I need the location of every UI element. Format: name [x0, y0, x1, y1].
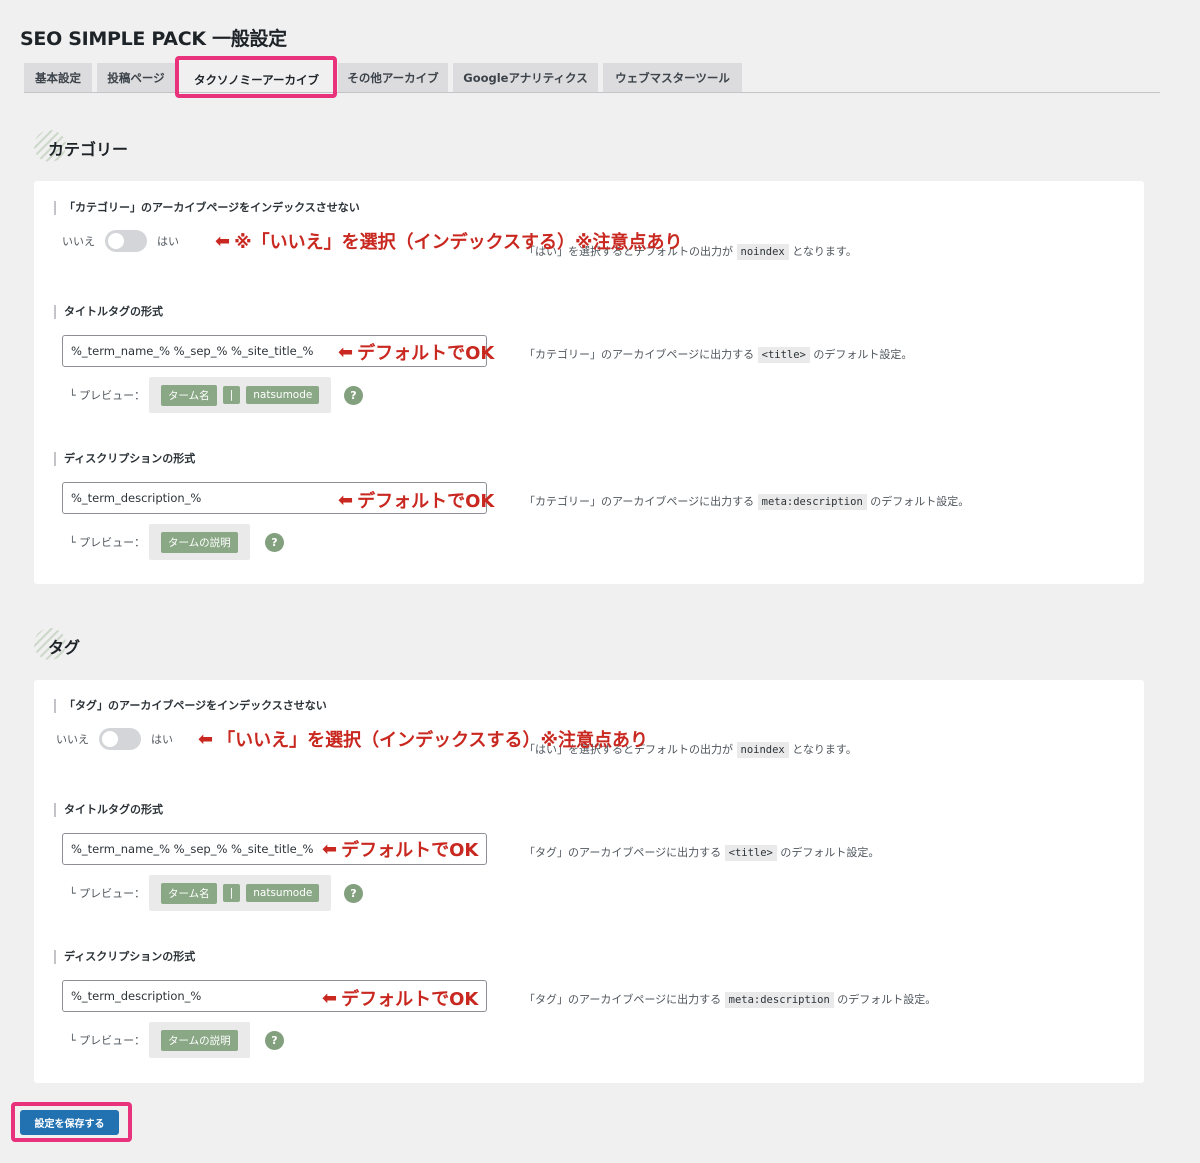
- tag-noindex-toggle[interactable]: [99, 728, 141, 750]
- desc-text: 「タグ」のアーカイブページに出力する: [524, 993, 722, 1006]
- meta-description-code: meta:description: [724, 992, 834, 1008]
- title-code: <title>: [724, 845, 777, 861]
- toggle-on-label: はい: [157, 235, 179, 248]
- preview-label: └ プレビュー：: [69, 389, 146, 402]
- tab-divider: [24, 92, 1160, 93]
- arrow-left-icon: ⬅: [215, 230, 231, 252]
- desc-text: のデフォルト設定。: [837, 993, 937, 1006]
- annotation-text: デフォルトでOK: [357, 343, 495, 364]
- preview-chip: |: [222, 884, 241, 902]
- category-title-label: タイトルタグの形式: [54, 305, 163, 319]
- preview-label: └ プレビュー：: [69, 887, 146, 900]
- category-desc-description: 「カテゴリー」のアーカイブページに出力する meta:description の…: [524, 493, 970, 510]
- preview-chip: タームの説明: [161, 531, 238, 553]
- preview-chip: タームの説明: [161, 1029, 238, 1051]
- preview-chip: natsumode: [246, 884, 320, 902]
- toggle-off-label: いいえ: [56, 733, 89, 746]
- desc-text: 「タグ」のアーカイブページに出力する: [524, 846, 722, 859]
- toggle-knob: [108, 233, 124, 249]
- category-title-preview: ターム名 | natsumode: [149, 377, 332, 413]
- tab-taxonomy-archive[interactable]: タクソノミーアーカイブ: [180, 65, 333, 94]
- desc-text: となります。: [792, 743, 857, 756]
- desc-text: となります。: [792, 245, 857, 258]
- annotation-text: デフォルトでOK: [341, 989, 479, 1010]
- desc-text: のデフォルト設定。: [780, 846, 880, 859]
- annotation-category-desc: ⬅ デフォルトでOK: [338, 487, 494, 513]
- category-desc-preview: タームの説明: [149, 524, 250, 560]
- preview-chip: |: [222, 386, 241, 404]
- category-heading: カテゴリー: [48, 140, 129, 159]
- tag-description-label: ディスクリプションの形式: [54, 950, 195, 964]
- preview-label: └ プレビュー：: [69, 1034, 146, 1047]
- desc-text: のデフォルト設定。: [870, 495, 970, 508]
- desc-text: のデフォルト設定。: [813, 348, 913, 361]
- tab-posts[interactable]: 投稿ページ: [97, 63, 175, 92]
- preview-chip: natsumode: [246, 386, 320, 404]
- annotation-text: ※「いいえ」を選択（インデックスする）※注意点あり: [234, 232, 683, 253]
- annotation-text: デフォルトでOK: [357, 491, 495, 512]
- toggle-on-label: はい: [151, 733, 173, 746]
- tab-other-archive[interactable]: その他アーカイブ: [338, 63, 448, 92]
- annotation-text: デフォルトでOK: [341, 840, 479, 861]
- annotation-category-title: ⬅ デフォルトでOK: [338, 339, 494, 365]
- tag-title-preview: ターム名 | natsumode: [149, 875, 332, 911]
- noindex-code: noindex: [736, 244, 789, 260]
- category-title-description: 「カテゴリー」のアーカイブページに出力する <title> のデフォルト設定。: [524, 346, 913, 363]
- help-icon[interactable]: ?: [265, 1031, 284, 1050]
- help-icon[interactable]: ?: [344, 884, 363, 903]
- tag-desc-preview: タームの説明: [149, 1022, 250, 1058]
- tag-noindex-toggle-row: いいえ はい: [56, 728, 173, 750]
- arrow-left-icon: ⬅: [338, 341, 354, 363]
- help-icon[interactable]: ?: [344, 386, 363, 405]
- desc-text: 「カテゴリー」のアーカイブページに出力する: [524, 348, 755, 361]
- annotation-tag-noindex: ⬅ 「いいえ」を選択（インデックスする）※注意点あり: [198, 726, 648, 752]
- tag-title-label: タイトルタグの形式: [54, 803, 163, 817]
- tab-google-analytics[interactable]: Googleアナリティクス: [453, 63, 598, 92]
- arrow-left-icon: ⬅: [322, 838, 338, 860]
- annotation-text: 「いいえ」を選択（インデックスする）※注意点あり: [217, 730, 649, 751]
- category-noindex-toggle[interactable]: [105, 230, 147, 252]
- tag-heading: タグ: [48, 638, 81, 657]
- annotation-category-noindex: ⬅ ※「いいえ」を選択（インデックスする）※注意点あり: [215, 228, 683, 254]
- annotation-tag-desc: ⬅ デフォルトでOK: [322, 985, 478, 1011]
- tab-webmaster-tools[interactable]: ウェブマスターツール: [603, 63, 742, 92]
- annotation-tag-title: ⬅ デフォルトでOK: [322, 836, 478, 862]
- desc-text: 「カテゴリー」のアーカイブページに出力する: [524, 495, 755, 508]
- title-code: <title>: [757, 347, 810, 363]
- category-description-label: ディスクリプションの形式: [54, 452, 195, 466]
- preview-label: └ プレビュー：: [69, 536, 146, 549]
- arrow-left-icon: ⬅: [338, 489, 354, 511]
- meta-description-code: meta:description: [757, 494, 867, 510]
- arrow-left-icon: ⬅: [198, 728, 214, 750]
- noindex-code: noindex: [736, 742, 789, 758]
- tag-desc-description: 「タグ」のアーカイブページに出力する meta:description のデフォ…: [524, 991, 937, 1008]
- preview-chip: ターム名: [161, 882, 217, 904]
- arrow-left-icon: ⬅: [322, 987, 338, 1009]
- save-settings-button[interactable]: 設定を保存する: [20, 1110, 119, 1135]
- category-noindex-toggle-row: いいえ はい: [62, 230, 179, 252]
- help-icon[interactable]: ?: [265, 533, 284, 552]
- toggle-knob: [102, 731, 118, 747]
- toggle-off-label: いいえ: [62, 235, 95, 248]
- tag-title-description: 「タグ」のアーカイブページに出力する <title> のデフォルト設定。: [524, 844, 880, 861]
- category-noindex-label: 「カテゴリー」のアーカイブページをインデックスさせない: [54, 201, 360, 215]
- preview-chip: ターム名: [161, 384, 217, 406]
- tab-basic[interactable]: 基本設定: [24, 63, 92, 92]
- page-title: SEO SIMPLE PACK 一般設定: [20, 28, 287, 50]
- tag-noindex-label: 「タグ」のアーカイブページをインデックスさせない: [54, 699, 327, 713]
